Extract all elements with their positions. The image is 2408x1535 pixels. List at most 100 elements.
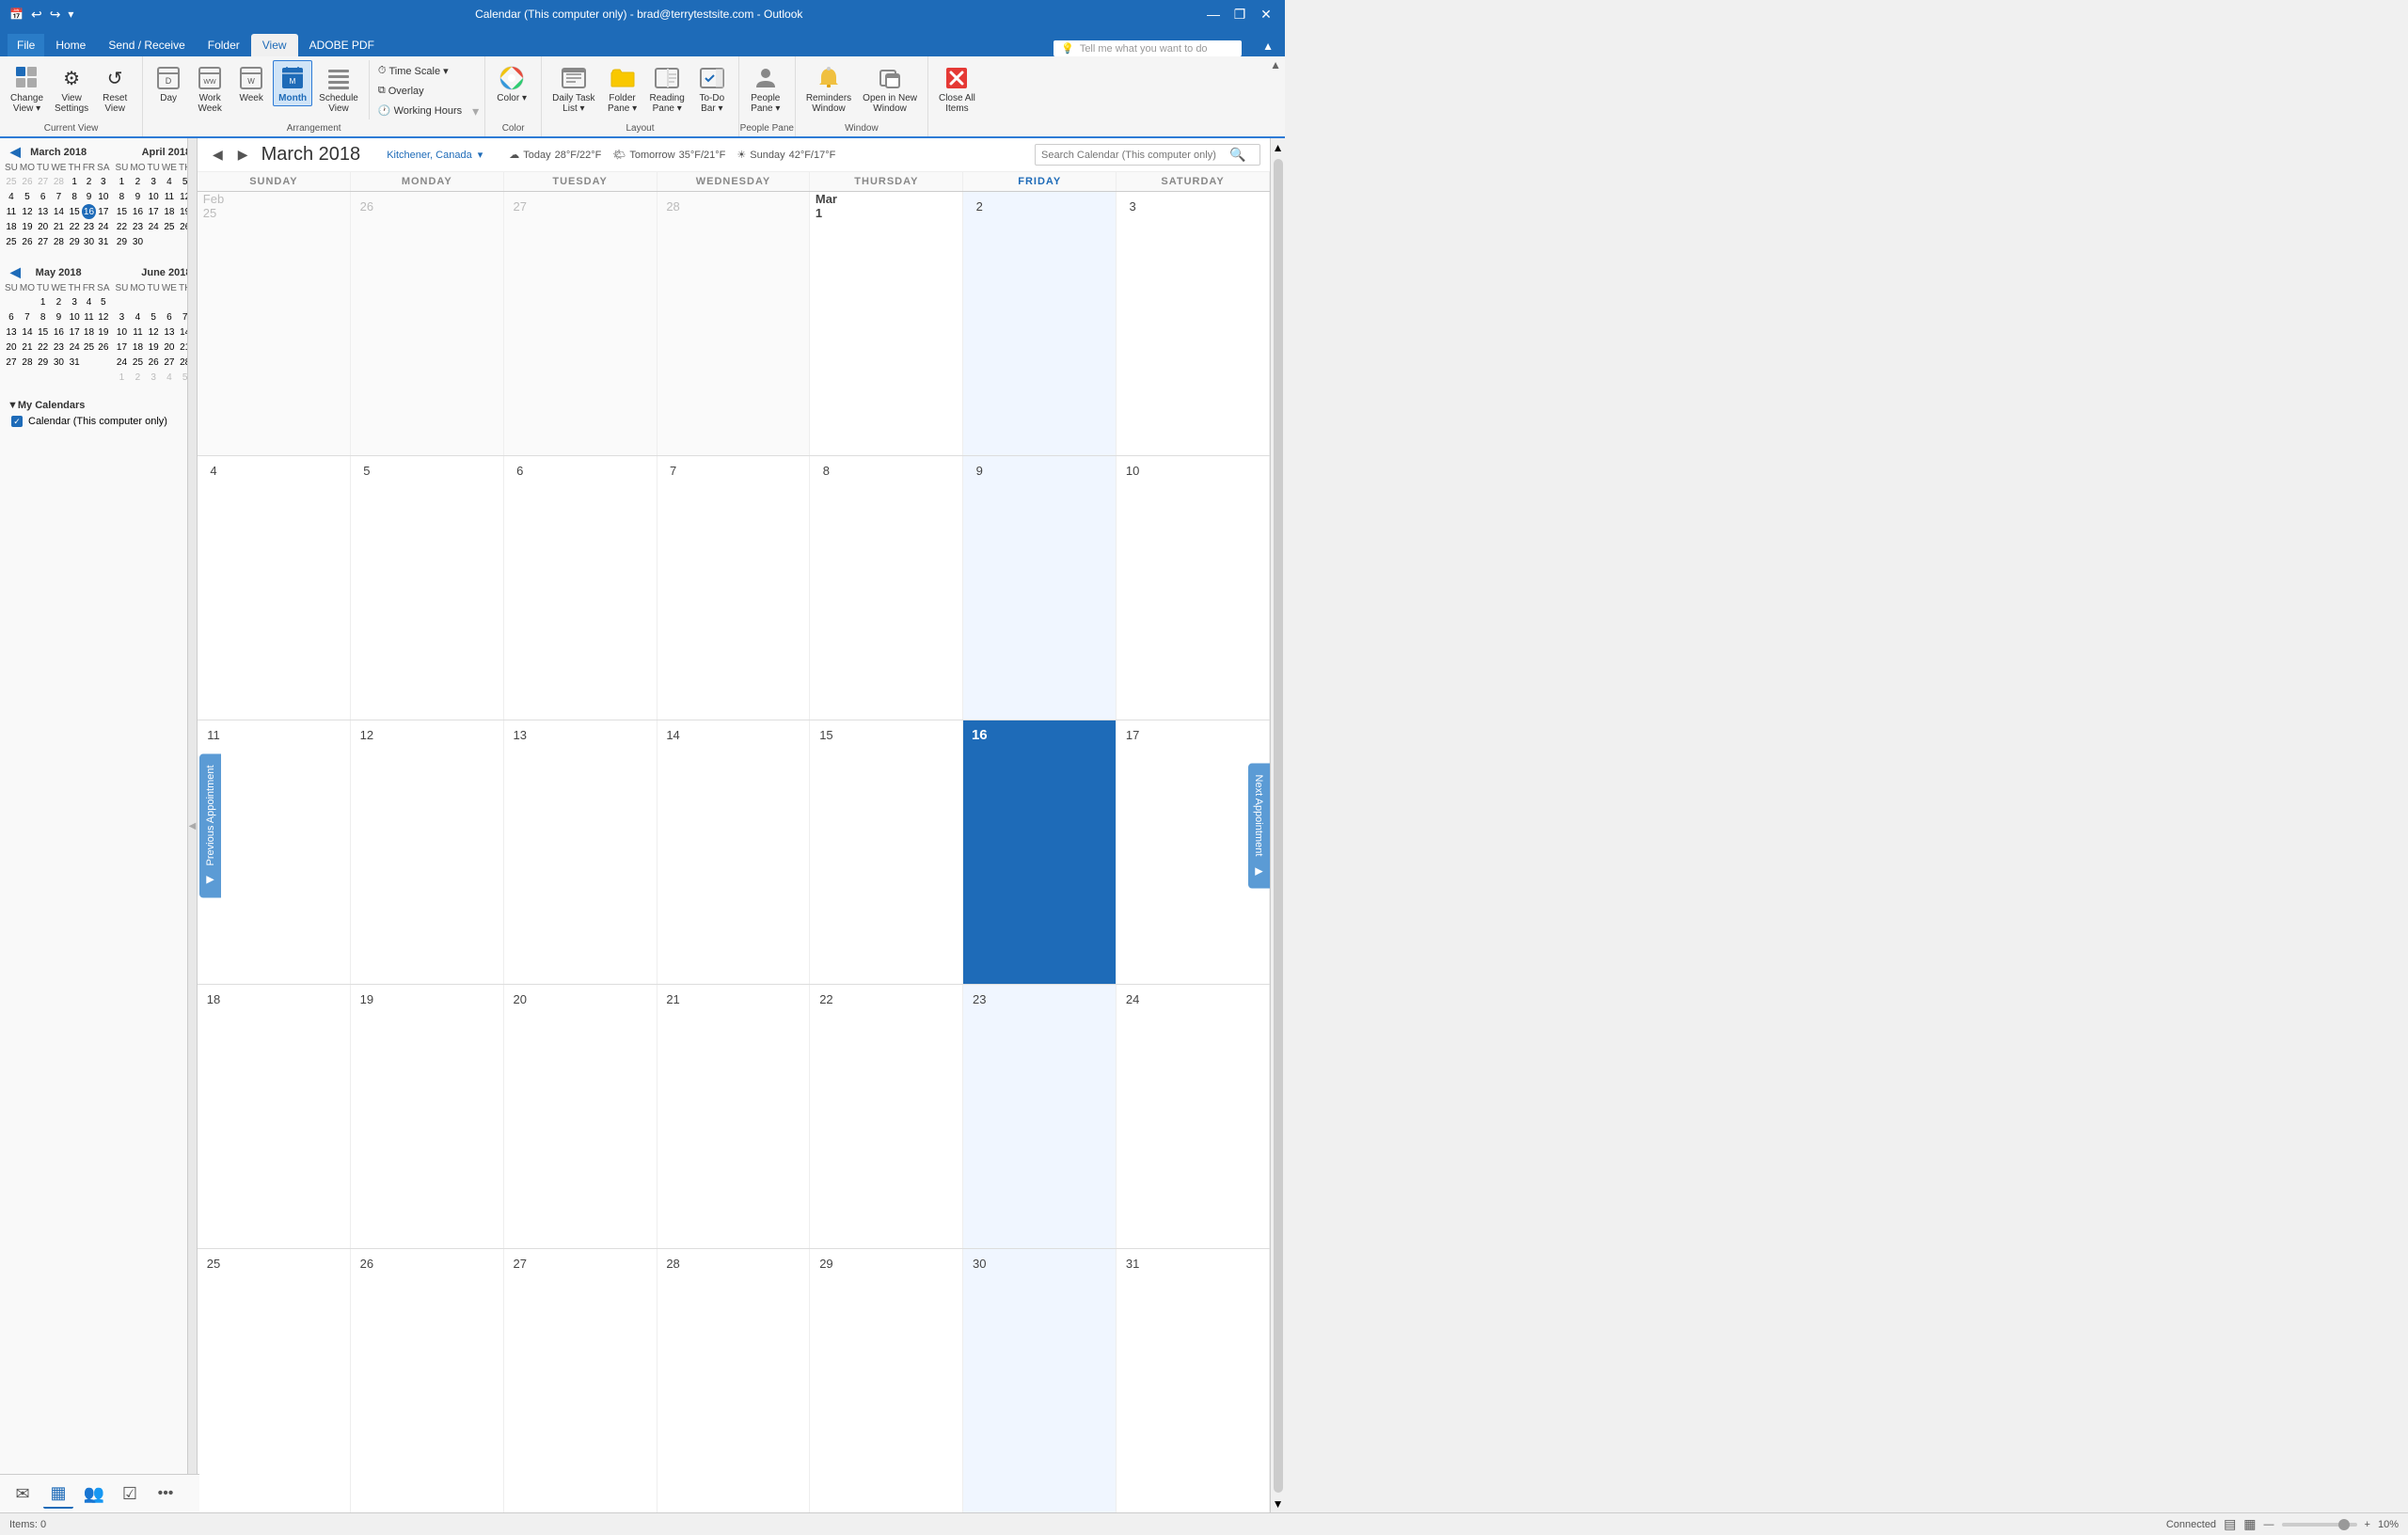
to-do-bar-button[interactable]: To-DoBar ▾ <box>691 60 733 117</box>
tab-view[interactable]: View <box>251 34 298 56</box>
scrollbar-down[interactable]: ▼ <box>1270 1495 1287 1513</box>
mini-date[interactable]: 22 <box>115 219 130 234</box>
reset-view-button[interactable]: ↺ ResetView <box>95 60 135 117</box>
sidebar-resize-handle[interactable]: ◀ <box>188 138 198 1513</box>
working-hours-button[interactable]: 🕐 Working Hours <box>373 102 467 119</box>
cal-cell-feb25[interactable]: Feb 25 <box>198 192 351 455</box>
mini-date[interactable]: 27 <box>36 234 50 249</box>
mini-date[interactable]: 10 <box>96 189 110 204</box>
mini-date[interactable]: 7 <box>19 309 36 324</box>
mini-date[interactable]: 30 <box>50 355 67 370</box>
mini-date[interactable]: 12 <box>178 189 188 204</box>
zoom-slider[interactable] <box>2282 1523 2357 1527</box>
mini-date[interactable]: 23 <box>129 219 146 234</box>
location-bar[interactable]: Kitchener, Canada ▾ <box>377 149 492 161</box>
mini-date[interactable]: 14 <box>178 324 188 340</box>
cal-cell-feb27[interactable]: 27 <box>504 192 657 455</box>
mini-date[interactable] <box>96 355 110 370</box>
mini-date[interactable]: 16 <box>50 324 67 340</box>
tab-adobe-pdf[interactable]: ADOBE PDF <box>298 34 386 56</box>
mini-date[interactable]: 28 <box>50 174 67 189</box>
mini-date[interactable]: 16 <box>129 204 146 219</box>
mini-date[interactable]: 4 <box>161 174 178 189</box>
mini-date[interactable]: 7 <box>50 189 67 204</box>
ribbon-minimize-icon[interactable]: ▲ <box>1270 58 1281 71</box>
tab-file[interactable]: File <box>8 34 44 56</box>
mini-date[interactable]: 1 <box>67 174 81 189</box>
mini-date[interactable]: 18 <box>129 340 146 355</box>
mini-date[interactable]: 12 <box>19 204 36 219</box>
mini-date[interactable] <box>4 294 19 309</box>
mini-date[interactable]: 9 <box>82 189 96 204</box>
mini-date[interactable]: 20 <box>36 219 50 234</box>
restore-button[interactable]: ❐ <box>1230 7 1249 23</box>
mini-date[interactable] <box>161 294 178 309</box>
mini-date[interactable]: 11 <box>82 309 96 324</box>
cal-cell-feb26[interactable]: 26 <box>351 192 504 455</box>
mini-date[interactable]: 10 <box>67 309 81 324</box>
mini-date[interactable]: 20 <box>4 340 19 355</box>
zoom-in-button[interactable]: + <box>2365 1519 2370 1530</box>
tab-folder[interactable]: Folder <box>197 34 251 56</box>
cal-cell-4[interactable]: 4 <box>198 456 351 720</box>
cal-cell-18[interactable]: 18 <box>198 985 351 1248</box>
minimize-button[interactable]: — <box>1204 7 1223 23</box>
mini-date[interactable]: 8 <box>67 189 81 204</box>
cal-cell-17[interactable]: 17 <box>1117 720 1270 984</box>
mini-date[interactable]: 5 <box>178 174 188 189</box>
zoom-handle[interactable] <box>2338 1519 2350 1530</box>
mini-date[interactable]: 8 <box>36 309 50 324</box>
mini-date[interactable]: 12 <box>147 324 161 340</box>
cal-cell-6[interactable]: 6 <box>504 456 657 720</box>
mini-date[interactable]: 2 <box>50 294 67 309</box>
calendar-search-input[interactable] <box>1041 150 1229 161</box>
mini-date[interactable]: 25 <box>4 174 19 189</box>
mini-date[interactable]: 24 <box>147 219 161 234</box>
zoom-out-button[interactable]: — <box>2264 1519 2274 1530</box>
mini-date[interactable]: 5 <box>19 189 36 204</box>
mini-date[interactable]: 24 <box>67 340 81 355</box>
tell-me-input[interactable]: 💡 Tell me what you want to do <box>1054 40 1242 56</box>
mini-date[interactable] <box>19 294 36 309</box>
mini-date[interactable]: 15 <box>115 204 130 219</box>
mini-date[interactable]: 29 <box>67 234 81 249</box>
mini-date[interactable]: 20 <box>161 340 178 355</box>
mini-date[interactable]: 2 <box>129 370 146 385</box>
mini-date[interactable] <box>82 355 96 370</box>
nav-more[interactable]: ••• <box>150 1479 181 1509</box>
scrollbar-track[interactable] <box>1274 159 1283 1493</box>
work-week-button[interactable]: WW WorkWeek <box>190 60 230 117</box>
cal-cell-24[interactable]: 24 <box>1117 985 1270 1248</box>
mini-date[interactable]: 7 <box>178 309 188 324</box>
cal-cell-19[interactable]: 19 <box>351 985 504 1248</box>
nav-people[interactable]: 👥 <box>79 1479 109 1509</box>
mini-date[interactable]: 28 <box>50 234 67 249</box>
close-button[interactable]: ✕ <box>1257 7 1275 23</box>
change-view-button[interactable]: ChangeView ▾ <box>6 60 48 117</box>
mini-date[interactable]: 21 <box>50 219 67 234</box>
arrangement-expand-icon[interactable]: ▾ <box>468 103 479 119</box>
mini-date[interactable]: 31 <box>96 234 110 249</box>
mini-date[interactable]: 21 <box>178 340 188 355</box>
mini-date[interactable]: 1 <box>115 174 130 189</box>
calendar-item[interactable]: ✓ Calendar (This computer only) <box>8 413 180 430</box>
mini-date[interactable]: 29 <box>115 234 130 249</box>
mini-date[interactable]: 11 <box>129 324 146 340</box>
quick-access-redo[interactable]: ↪ <box>50 7 61 23</box>
mini-date[interactable]: 23 <box>50 340 67 355</box>
next-appointment-button[interactable]: Next Appointment ▶ <box>1248 764 1270 889</box>
mini-date[interactable]: 2 <box>129 174 146 189</box>
mini-date[interactable]: 17 <box>96 204 110 219</box>
mini-date[interactable]: 10 <box>147 189 161 204</box>
nav-tasks[interactable]: ☑ <box>115 1479 145 1509</box>
mini-date[interactable] <box>161 234 178 249</box>
mini-date[interactable]: 26 <box>19 174 36 189</box>
mini-date[interactable]: 18 <box>161 204 178 219</box>
mini-date[interactable]: 8 <box>115 189 130 204</box>
mini-date[interactable]: 9 <box>50 309 67 324</box>
statusbar-view-list[interactable]: ▤ <box>2224 1516 2236 1532</box>
cal-cell-21[interactable]: 21 <box>657 985 811 1248</box>
mini-date[interactable]: 26 <box>178 219 188 234</box>
mini-date[interactable] <box>147 294 161 309</box>
mini-date[interactable]: 25 <box>4 234 19 249</box>
